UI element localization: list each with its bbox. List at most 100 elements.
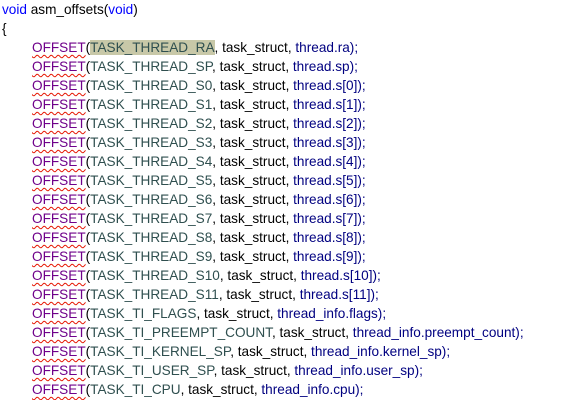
member-field: .s[9]); — [331, 249, 366, 264]
offset-macro: OFFSET — [32, 382, 86, 397]
offset-macro: OFFSET — [32, 192, 86, 207]
member-field: .preempt_count); — [420, 325, 524, 340]
offset-constant: TASK_TI_KERNEL_SP — [90, 344, 231, 359]
offset-macro: OFFSET — [32, 173, 86, 188]
struct-arg: , task_struct, — [212, 249, 294, 264]
member-field: .s[0]); — [331, 78, 366, 93]
member-field: .s[5]); — [331, 173, 366, 188]
code-line[interactable]: OFFSET(TASK_THREAD_S11, task_struct, thr… — [0, 285, 568, 304]
offset-constant: TASK_THREAD_S8 — [90, 230, 213, 245]
code-line[interactable]: OFFSET(TASK_THREAD_S3, task_struct, thre… — [0, 133, 568, 152]
code-line[interactable]: OFFSET(TASK_THREAD_S4, task_struct, thre… — [0, 152, 568, 171]
code-area[interactable]: void asm_offsets(void) { OFFSET(TASK_THR… — [0, 0, 568, 399]
code-editor[interactable]: void asm_offsets(void) { OFFSET(TASK_THR… — [0, 0, 568, 400]
offset-macro: OFFSET — [32, 363, 86, 378]
member-name: thread_info — [352, 325, 421, 340]
member-field: .s[3]); — [331, 135, 366, 150]
struct-arg: , task_struct, — [180, 382, 262, 397]
offset-constant: TASK_THREAD_S5 — [90, 173, 213, 188]
code-line[interactable]: OFFSET(TASK_THREAD_S6, task_struct, thre… — [0, 190, 568, 209]
offset-constant: TASK_THREAD_SP — [90, 59, 213, 74]
offset-macro: OFFSET — [32, 116, 86, 131]
struct-arg: , task_struct, — [218, 287, 300, 302]
offset-macro: OFFSET — [32, 154, 86, 169]
code-line[interactable]: OFFSET(TASK_THREAD_RA, task_struct, thre… — [0, 38, 568, 57]
offset-constant: TASK_THREAD_S2 — [90, 116, 213, 131]
struct-arg: , task_struct, — [212, 230, 294, 245]
struct-arg: , task_struct, — [212, 192, 294, 207]
member-name: thread — [293, 97, 332, 112]
offset-macro: OFFSET — [32, 268, 86, 283]
close-paren: ) — [133, 2, 138, 17]
offset-constant: TASK_THREAD_S3 — [90, 135, 213, 150]
offset-macro: OFFSET — [32, 249, 86, 264]
code-line[interactable]: OFFSET(TASK_THREAD_S9, task_struct, thre… — [0, 247, 568, 266]
code-line[interactable]: OFFSET(TASK_THREAD_S8, task_struct, thre… — [0, 228, 568, 247]
offset-constant: TASK_THREAD_S10 — [90, 268, 220, 283]
member-name: thread — [293, 211, 332, 226]
member-field: .s[6]); — [331, 192, 366, 207]
code-line[interactable]: OFFSET(TASK_THREAD_S10, task_struct, thr… — [0, 266, 568, 285]
member-field: .s[7]); — [331, 211, 366, 226]
code-line[interactable]: OFFSET(TASK_THREAD_S2, task_struct, thre… — [0, 114, 568, 133]
member-field: .kernel_sp); — [379, 344, 451, 359]
struct-arg: , task_struct, — [212, 116, 294, 131]
offset-macro: OFFSET — [32, 40, 86, 55]
member-field: .s[1]); — [331, 97, 366, 112]
code-line[interactable]: OFFSET(TASK_TI_FLAGS, task_struct, threa… — [0, 304, 568, 323]
open-brace-line[interactable]: { — [0, 19, 568, 38]
member-name: thread_info — [294, 363, 363, 378]
member-name: thread — [293, 192, 332, 207]
offset-macro: OFFSET — [32, 287, 86, 302]
member-name: thread — [293, 135, 332, 150]
offset-constant: TASK_THREAD_S7 — [90, 211, 213, 226]
code-line[interactable]: OFFSET(TASK_THREAD_S5, task_struct, thre… — [0, 171, 568, 190]
code-line[interactable]: OFFSET(TASK_THREAD_S1, task_struct, thre… — [0, 95, 568, 114]
member-name: thread — [293, 230, 332, 245]
struct-arg: , task_struct, — [213, 363, 295, 378]
member-field: .flags); — [345, 306, 387, 321]
function-name: asm_offsets( — [26, 2, 109, 17]
struct-arg: , task_struct, — [212, 78, 294, 93]
member-name: thread — [295, 40, 334, 55]
offset-constant: TASK_THREAD_S4 — [90, 154, 213, 169]
code-line[interactable]: OFFSET(TASK_THREAD_S0, task_struct, thre… — [0, 76, 568, 95]
member-field: .sp); — [331, 59, 358, 74]
offset-constant: TASK_THREAD_S11 — [90, 287, 219, 302]
member-name: thread — [300, 268, 340, 283]
offset-constant: TASK_THREAD_S0 — [90, 78, 213, 93]
offset-macro: OFFSET — [32, 211, 86, 226]
offset-constant: TASK_THREAD_S9 — [90, 249, 213, 264]
member-field: .ra); — [333, 40, 359, 55]
struct-arg: , task_struct, — [219, 268, 301, 283]
code-line[interactable]: OFFSET(TASK_THREAD_SP, task_struct, thre… — [0, 57, 568, 76]
function-signature-line[interactable]: void asm_offsets(void) — [0, 0, 568, 19]
code-line[interactable]: OFFSET(TASK_TI_CPU, task_struct, thread_… — [0, 380, 568, 399]
struct-arg: , task_struct, — [196, 306, 278, 321]
function-body: OFFSET(TASK_THREAD_RA, task_struct, thre… — [0, 38, 568, 399]
member-field: .user_sp); — [362, 363, 423, 378]
member-name: thread_info — [311, 344, 380, 359]
member-field: .s[8]); — [331, 230, 366, 245]
code-line[interactable]: OFFSET(TASK_TI_USER_SP, task_struct, thr… — [0, 361, 568, 380]
member-name: thread — [292, 59, 332, 74]
highlighted-constant: TASK_THREAD_RA — [90, 40, 215, 55]
offset-macro: OFFSET — [32, 306, 86, 321]
code-line[interactable]: OFFSET(TASK_TI_KERNEL_SP, task_struct, t… — [0, 342, 568, 361]
code-line[interactable]: OFFSET(TASK_TI_PREEMPT_COUNT, task_struc… — [0, 323, 568, 342]
member-name: thread — [299, 287, 339, 302]
offset-macro: OFFSET — [32, 78, 86, 93]
struct-arg: , task_struct, — [271, 325, 353, 340]
offset-constant: TASK_TI_USER_SP — [90, 363, 214, 378]
offset-macro: OFFSET — [32, 97, 86, 112]
code-line[interactable]: OFFSET(TASK_THREAD_S7, task_struct, thre… — [0, 209, 568, 228]
member-name: thread — [293, 173, 332, 188]
member-name: thread_info — [277, 306, 346, 321]
offset-macro: OFFSET — [32, 344, 86, 359]
member-name: thread — [293, 249, 332, 264]
struct-arg: , task_struct, — [212, 173, 294, 188]
struct-arg: , task_struct, — [212, 97, 294, 112]
member-field: .s[4]); — [331, 154, 366, 169]
member-name: thread — [293, 154, 332, 169]
open-brace: { — [2, 21, 7, 36]
